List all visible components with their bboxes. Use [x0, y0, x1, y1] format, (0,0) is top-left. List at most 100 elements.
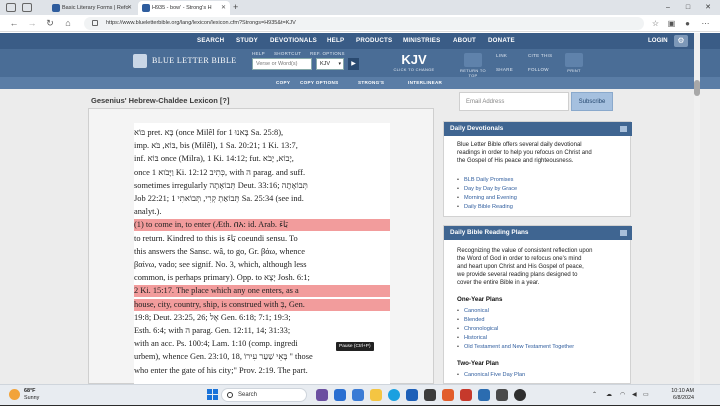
copy-button[interactable]: COPY	[276, 77, 290, 89]
task-view-icon[interactable]	[316, 389, 328, 401]
blb-logo[interactable]: BLUE LETTER BIBLE	[133, 52, 237, 70]
plan-link[interactable]: Canonical Five Day Plan	[457, 372, 525, 378]
scrollbar-thumb[interactable]	[694, 80, 700, 96]
workspaces-icon[interactable]	[22, 3, 32, 12]
lexicon-line: בּוֹא pret. בָּא (once Milêl for בָּאנוּ…	[134, 128, 284, 137]
app-icon[interactable]	[478, 389, 490, 401]
blb-main-nav: SEARCH STUDY DEVOTIONALS HELP PRODUCTS M…	[0, 33, 720, 49]
lexicon-line: (1) to come in, to enter (Æth. በአ: id. A…	[134, 219, 390, 232]
nav-devotionals[interactable]: DEVOTIONALS	[270, 33, 317, 49]
cite-this-label[interactable]: CITE THIS	[528, 53, 552, 58]
forward-icon[interactable]: →	[26, 17, 38, 30]
collapse-icon[interactable]	[620, 230, 627, 236]
return-to-top-icon[interactable]	[464, 53, 482, 67]
favorites-star-icon[interactable]: ☆	[650, 18, 661, 29]
follow-label[interactable]: FOLLOW	[528, 67, 549, 72]
plan-link[interactable]: Chronological	[457, 326, 498, 332]
collapse-icon[interactable]	[620, 126, 627, 132]
change-version-label[interactable]: CLICK TO CHANGE	[386, 67, 442, 72]
devotional-link[interactable]: BLB Daily Promises	[457, 177, 514, 183]
devotional-link[interactable]: Day by Day by Grace	[457, 186, 517, 192]
new-tab-button[interactable]: +	[233, 1, 238, 14]
collections-icon[interactable]: ▣	[666, 18, 677, 29]
print-icon[interactable]	[565, 53, 583, 67]
nav-ministries[interactable]: MINISTRIES	[403, 33, 440, 49]
gear-icon[interactable]: ⚙	[674, 35, 688, 47]
teams-icon[interactable]	[352, 389, 364, 401]
devotional-link[interactable]: Morning and Evening	[457, 195, 517, 201]
interlinear-toggle[interactable]: INTERLINEAR	[408, 77, 442, 89]
lexicon-line: inf. בּוֹא once (Milra), 1 Ki. 14:12; fu…	[134, 154, 294, 164]
login-link[interactable]: LOGIN	[648, 33, 668, 49]
cloud-icon[interactable]: ☁	[606, 385, 612, 406]
nav-about[interactable]: ABOUT	[453, 33, 476, 49]
strongs-toggle[interactable]: STRONG'S	[358, 77, 384, 89]
lexicon-line: analyt.).	[134, 207, 162, 217]
verse-search-input[interactable]: Verse or Word(s)	[252, 58, 312, 70]
close-tab-icon[interactable]: ✕	[221, 1, 226, 15]
current-version-display[interactable]: KJV	[390, 52, 438, 67]
maximize-button[interactable]: □	[680, 0, 696, 15]
ref-options-label[interactable]: REF. OPTIONS	[310, 51, 345, 56]
lexicon-line: house, city, country, ship, is construed…	[134, 298, 390, 311]
weather-desc[interactable]: Sunny	[24, 395, 39, 401]
windows-start-icon[interactable]	[207, 389, 219, 401]
plan-link[interactable]: Blended	[457, 317, 484, 323]
pause-tooltip: Pause (Ctrl+P)	[336, 342, 374, 351]
print-label[interactable]: PRINT	[562, 68, 586, 73]
browser-tab-strongs[interactable]: H935 - bow' - Strong's H ✕	[138, 1, 230, 15]
one-year-heading: One-Year Plans	[457, 296, 503, 303]
home-icon[interactable]: ⌂	[62, 17, 74, 30]
two-year-heading: Two-Year Plan	[457, 360, 499, 367]
nav-search[interactable]: SEARCH	[197, 33, 224, 49]
close-tab-icon[interactable]: ✕	[127, 1, 132, 15]
media-player-icon[interactable]	[514, 389, 526, 401]
weather-temp[interactable]: 68°F	[24, 388, 35, 394]
share-label[interactable]: SHARE	[496, 67, 513, 72]
close-window-button[interactable]: ✕	[700, 0, 716, 15]
profile-icon[interactable]: ●	[682, 18, 693, 29]
system-clock[interactable]: 10:10 AM 6/8/2024	[654, 388, 694, 402]
battery-icon[interactable]: ▭	[643, 385, 649, 406]
shortcut-label[interactable]: SHORTCUT	[274, 51, 301, 56]
file-explorer-icon[interactable]	[370, 389, 382, 401]
subscribe-button[interactable]: Subscribe	[571, 92, 613, 111]
widgets-icon[interactable]	[334, 389, 346, 401]
devotional-link[interactable]: Daily Bible Reading	[457, 204, 513, 210]
search-go-button[interactable]: ▶	[348, 58, 359, 70]
copy-options-button[interactable]: COPY OPTIONS	[300, 77, 339, 89]
lexicon-line: Esth. 6:4; with ה parag. Gen. 12:11, 14;…	[134, 326, 291, 335]
clock-date: 6/8/2024	[673, 395, 694, 401]
url-field[interactable]: https://www.blueletterbible.org/lang/lex…	[84, 17, 644, 30]
edge-icon[interactable]	[388, 389, 400, 401]
reload-icon[interactable]: ↻	[44, 17, 56, 30]
plan-link[interactable]: Canonical	[457, 308, 489, 314]
email-input[interactable]: Email Address	[459, 92, 569, 111]
app-icon[interactable]	[496, 389, 508, 401]
nav-donate[interactable]: DONATE	[488, 33, 515, 49]
plan-link[interactable]: Historical	[457, 335, 487, 341]
app-icon[interactable]	[442, 389, 454, 401]
wifi-icon[interactable]: ◠	[620, 385, 625, 406]
tray-chevron-icon[interactable]: ⌃	[592, 385, 597, 406]
sun-icon[interactable]	[9, 389, 20, 400]
nav-study[interactable]: STUDY	[236, 33, 258, 49]
nav-help[interactable]: HELP	[327, 33, 344, 49]
daily-devotionals-card: Daily Devotionals Blue Letter Bible offe…	[443, 121, 632, 217]
more-menu-icon[interactable]: ⋯	[700, 18, 711, 29]
volume-icon[interactable]: ◀	[632, 385, 637, 406]
link-label[interactable]: LINK	[496, 53, 507, 58]
minimize-button[interactable]: –	[660, 0, 676, 15]
version-select[interactable]: KJV ▾	[316, 58, 344, 70]
back-icon[interactable]: ←	[8, 17, 20, 30]
store-icon[interactable]	[406, 389, 418, 401]
nav-products[interactable]: PRODUCTS	[356, 33, 392, 49]
help-label[interactable]: HELP	[252, 51, 265, 56]
taskbar-search[interactable]: Search	[221, 388, 307, 402]
lexicon-title: Gesenius' Hebrew-Chaldee Lexicon [?]	[91, 96, 230, 105]
plan-link[interactable]: Old Testament and New Testament Together	[457, 344, 574, 350]
tab-actions-icon[interactable]	[6, 3, 16, 12]
browser-tab-literary-forms[interactable]: Basic Literary Forms | Refo ✕	[48, 1, 136, 15]
brave-icon[interactable]	[460, 389, 472, 401]
app-icon[interactable]	[424, 389, 436, 401]
